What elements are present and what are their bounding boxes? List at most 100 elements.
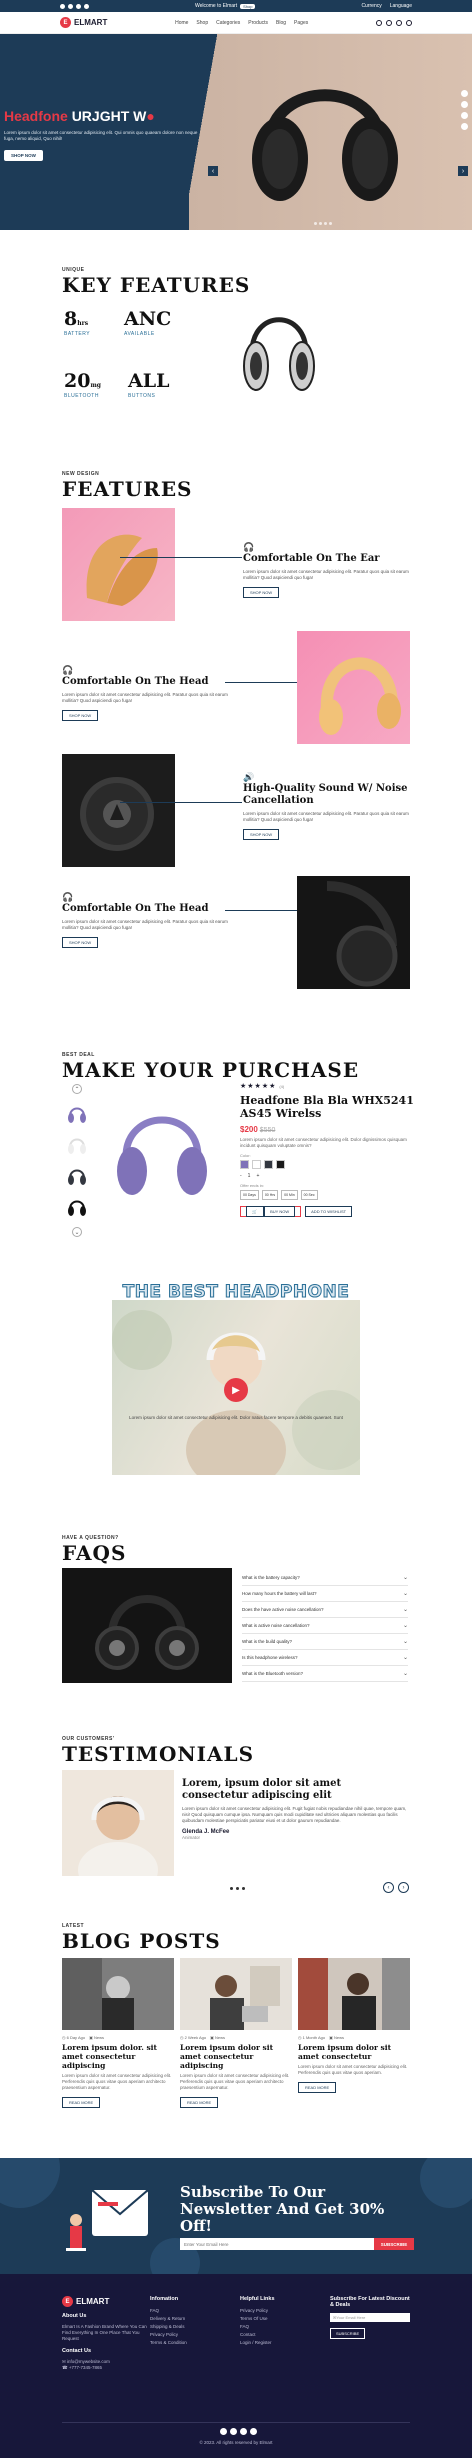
color-swatch-white[interactable] [252,1160,261,1169]
footer-link[interactable]: FAQ [240,2323,275,2331]
instagram-icon[interactable] [240,2428,247,2435]
faq-item[interactable]: Does the have active noise cancellation?… [242,1602,408,1618]
slide-dot[interactable] [314,222,317,225]
faq-item[interactable]: Is this headphone wireless? ⌄ [242,1650,408,1666]
contact-phone[interactable]: ☎ +777-7345-7865 [62,2365,152,2371]
thumbnail-white[interactable] [66,1134,88,1156]
instagram-icon[interactable] [76,3,81,9]
read-more-button[interactable]: READ MORE [298,2082,337,2093]
youtube-icon[interactable] [461,123,468,130]
newsletter-email-input[interactable] [180,2238,374,2250]
footer-link[interactable]: Delivery & Return [150,2315,187,2323]
key-features-headphone-image [243,317,315,391]
qty-plus-button[interactable]: + [256,1173,259,1179]
footer-link[interactable]: Login / Register [240,2339,275,2347]
nav-item-home[interactable]: Home [175,20,188,26]
thumbnail-purple[interactable] [66,1103,88,1125]
facebook-icon[interactable] [220,2428,227,2435]
chevron-down-icon: ⌄ [402,1623,408,1629]
nav-item-shop[interactable]: Shop [196,20,208,26]
youtube-icon[interactable] [250,2428,257,2435]
blog-image[interactable] [62,1958,174,2030]
post-date: ◷ 1 Month Ago [298,2035,326,2040]
newsletter-subscribe-button[interactable]: SUBSCRIBE [374,2238,414,2250]
footer-link[interactable]: Privacy Policy [150,2331,187,2339]
facebook-icon[interactable] [68,3,73,9]
language-select[interactable]: Language [390,3,412,9]
slide-dot[interactable] [329,222,332,225]
post-title[interactable]: Lorem ipsum dolor sit amet consectetur a… [180,2043,292,2070]
footer-link[interactable]: Terms & Condition [150,2339,187,2347]
read-more-button[interactable]: READ MORE [62,2097,101,2108]
color-swatch-purple[interactable] [240,1160,249,1169]
faq-item[interactable]: What is the battery capacity? ⌄ [242,1570,408,1586]
slide-dot[interactable] [324,222,327,225]
testimonial-prev-button[interactable]: ‹ [383,1882,394,1893]
read-more-button[interactable]: READ MORE [180,2097,219,2108]
blog-image[interactable] [298,1958,410,2030]
footer-logo[interactable]: E ELMART [62,2296,152,2307]
hero-dot: ● [146,108,155,124]
feature-shop-button[interactable]: SHOP NOW [243,587,280,598]
nav-item-products[interactable]: Products [248,20,268,26]
logo[interactable]: E ELMART [60,17,107,28]
faq-item[interactable]: How many hours the battery will last? ⌄ [242,1586,408,1602]
faq-item[interactable]: What is the build quality? ⌄ [242,1634,408,1650]
footer-subscribe-button[interactable]: SUBSCRIBE [330,2328,366,2339]
faq-item[interactable]: What is the Bluetooth version? ⌄ [242,1666,408,1682]
qty-minus-button[interactable]: - [240,1173,242,1179]
testimonial-next-button[interactable]: › [398,1882,409,1893]
faq-item[interactable]: What is active noise cancellation? ⌄ [242,1618,408,1634]
nav-item-categories[interactable]: Categories [216,20,240,26]
youtube-icon[interactable] [84,3,89,9]
footer-email-input[interactable]: ✉ Your Email Here [330,2313,410,2322]
slide-dot[interactable] [319,222,322,225]
heart-icon[interactable] [395,19,402,26]
nav-item-blog[interactable]: Blog [276,20,286,26]
color-swatch-black[interactable] [276,1160,285,1169]
slide-dot[interactable] [230,1887,233,1890]
buy-now-button[interactable]: 🛒 BUY NOW [240,1206,302,1217]
testimonial-photo [62,1770,174,1876]
chevron-down-icon[interactable]: ⌄ [72,1227,82,1237]
qty-value[interactable]: 1 [248,1173,251,1179]
hero-next-arrow[interactable]: › [458,166,468,176]
thumbnail-dark[interactable] [66,1165,88,1187]
blog-image[interactable] [180,1958,292,2030]
color-label: Color: [240,1153,251,1158]
post-title[interactable]: Lorem ipsum dolor sit amet consectetur [298,2043,410,2061]
footer-link[interactable]: Terms Of Use [240,2315,275,2323]
search-icon[interactable] [375,19,382,26]
add-to-wishlist-button[interactable]: ADD TO WISHLIST [305,1206,353,1217]
instagram-icon[interactable] [461,112,468,119]
slide-dot[interactable] [242,1887,245,1890]
faq-section: HAVE A QUESTION? FAQS What is the batter… [0,1528,472,1718]
footer-link[interactable]: Shipping & Deals [150,2323,187,2331]
hero-prev-arrow[interactable]: ‹ [208,166,218,176]
feature-shop-button[interactable]: SHOP NOW [62,937,99,948]
feature-shop-button[interactable]: SHOP NOW [243,829,280,840]
post-title[interactable]: Lorem ipsum dolor. sit amet consectetur … [62,2043,174,2070]
twitter-icon[interactable] [230,2428,237,2435]
blog-heading: BLOG POSTS [62,1929,221,1953]
color-swatch-dark[interactable] [264,1160,273,1169]
video-player[interactable]: ▶ Lorem ipsum dolor sit amet consectetur… [112,1300,360,1475]
chevron-up-icon[interactable]: ⌃ [72,1084,82,1094]
nav-item-pages[interactable]: Pages [294,20,308,26]
slide-dot[interactable] [236,1887,239,1890]
feature-shop-button[interactable]: SHOP NOW [62,710,99,721]
currency-select[interactable]: Currency [361,3,381,9]
thumbnail-black[interactable] [66,1196,88,1218]
twitter-icon[interactable] [461,101,468,108]
cart-icon[interactable] [405,19,412,26]
footer-link[interactable]: Contact [240,2331,275,2339]
facebook-icon[interactable] [461,90,468,97]
play-icon[interactable]: ▶ [224,1378,248,1402]
hero-shop-button[interactable]: SHOP NOW [4,150,43,161]
shop-pill[interactable]: Shop [240,3,256,9]
user-icon[interactable] [385,19,392,26]
footer-link[interactable]: Privacy Policy [240,2307,275,2315]
footer-link[interactable]: FAQ [150,2307,187,2315]
twitter-icon[interactable] [60,3,65,9]
features-heading: FEATURES [62,477,193,501]
